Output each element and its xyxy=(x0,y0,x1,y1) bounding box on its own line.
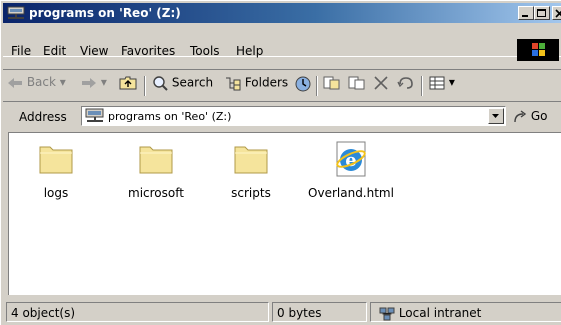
history-icon xyxy=(295,76,311,92)
standard-toolbar: Back ▾ ▾ Search Folders ▾ xyxy=(3,69,561,99)
back-arrow-icon xyxy=(8,77,22,88)
status-objects-text: 4 object(s) xyxy=(11,306,76,320)
status-object-count: 4 object(s) xyxy=(6,302,269,322)
views-button[interactable]: ▾ xyxy=(429,75,455,97)
chevron-down-icon xyxy=(492,114,499,118)
move-to-button[interactable] xyxy=(323,75,341,97)
status-zone: Local intranet xyxy=(370,302,561,322)
menu-tools[interactable]: Tools xyxy=(190,44,220,58)
undo-icon xyxy=(397,77,413,89)
address-dropdown-button[interactable] xyxy=(488,108,504,124)
copy-to-icon xyxy=(348,76,365,90)
menu-help[interactable]: Help xyxy=(236,44,263,58)
folders-icon xyxy=(226,77,241,91)
close-icon xyxy=(555,9,561,18)
network-drive-icon xyxy=(7,6,25,19)
file-item-scripts[interactable]: scripts xyxy=(206,139,296,200)
go-arrow-icon xyxy=(514,109,527,122)
folders-button[interactable]: Folders xyxy=(225,75,288,97)
delete-icon xyxy=(374,76,388,90)
go-label: Go xyxy=(530,109,548,123)
forward-dropdown-icon: ▾ xyxy=(100,75,107,89)
back-dropdown-icon: ▾ xyxy=(59,75,66,89)
back-label: Back xyxy=(26,75,56,89)
undo-button[interactable] xyxy=(397,75,415,97)
toolbar-separator xyxy=(421,76,423,96)
forward-button[interactable]: ▾ xyxy=(81,75,107,97)
maximize-icon xyxy=(537,9,546,17)
status-size: 0 bytes xyxy=(272,302,367,322)
up-folder-button[interactable] xyxy=(119,75,137,97)
delete-button[interactable] xyxy=(373,75,389,97)
windows-logo xyxy=(517,39,559,61)
history-button[interactable] xyxy=(294,75,312,97)
ie-html-file-icon: e xyxy=(336,141,366,177)
local-intranet-icon xyxy=(379,307,395,320)
toolbar-separator xyxy=(144,76,146,96)
status-size-text: 0 bytes xyxy=(277,306,322,320)
menu-view[interactable]: View xyxy=(80,44,108,58)
views-dropdown-icon: ▾ xyxy=(448,75,455,89)
status-zone-text: Local intranet xyxy=(398,306,482,320)
toolbar-separator xyxy=(316,76,318,96)
folder-icon xyxy=(234,146,268,174)
file-item-overland-html[interactable]: e Overland.html xyxy=(301,139,401,200)
up-folder-icon xyxy=(119,76,137,90)
file-item-microsoft[interactable]: microsoft xyxy=(111,139,201,200)
file-item-logs[interactable]: logs xyxy=(11,139,101,200)
windows-flag-icon xyxy=(532,43,545,56)
address-bar: Address programs on 'Reo' (Z:) Go xyxy=(3,101,561,129)
search-button[interactable]: Search xyxy=(152,75,213,97)
network-drive-icon xyxy=(85,108,104,122)
status-bar: 4 object(s) 0 bytes Local intranet xyxy=(3,300,561,324)
file-name: logs xyxy=(43,186,69,200)
menu-bar: File Edit View Favorites Tools Help xyxy=(3,35,561,61)
go-button[interactable]: Go xyxy=(513,109,547,124)
address-value: programs on 'Reo' (Z:) xyxy=(108,110,232,123)
address-input[interactable]: programs on 'Reo' (Z:) xyxy=(81,106,506,126)
menu-edit[interactable]: Edit xyxy=(43,44,66,58)
search-label: Search xyxy=(171,75,214,90)
close-button[interactable] xyxy=(552,6,561,20)
folders-label: Folders xyxy=(244,75,289,90)
window-title: programs on 'Reo' (Z:) xyxy=(29,6,181,20)
minimize-icon xyxy=(522,15,528,17)
copy-to-button[interactable] xyxy=(348,75,366,97)
file-name: Overland.html xyxy=(308,186,394,200)
file-name: scripts xyxy=(231,186,271,200)
views-icon xyxy=(429,76,445,89)
menu-file[interactable]: File xyxy=(11,44,31,58)
title-bar[interactable]: programs on 'Reo' (Z:) xyxy=(3,3,561,23)
file-name: microsoft xyxy=(128,186,184,200)
back-button[interactable]: Back ▾ xyxy=(7,75,66,97)
search-icon xyxy=(153,76,168,91)
folder-icon xyxy=(39,146,73,174)
forward-arrow-icon xyxy=(82,77,96,88)
move-to-icon xyxy=(323,76,340,90)
menu-favorites[interactable]: Favorites xyxy=(121,44,175,58)
file-list-view[interactable]: logs microsoft scripts e Overland.html xyxy=(8,132,561,295)
folder-icon xyxy=(139,146,173,174)
maximize-button[interactable] xyxy=(534,6,550,20)
address-label: Address xyxy=(19,110,67,124)
explorer-window: programs on 'Reo' (Z:) File Edit View Fa… xyxy=(0,0,561,325)
minimize-button[interactable] xyxy=(518,6,534,20)
